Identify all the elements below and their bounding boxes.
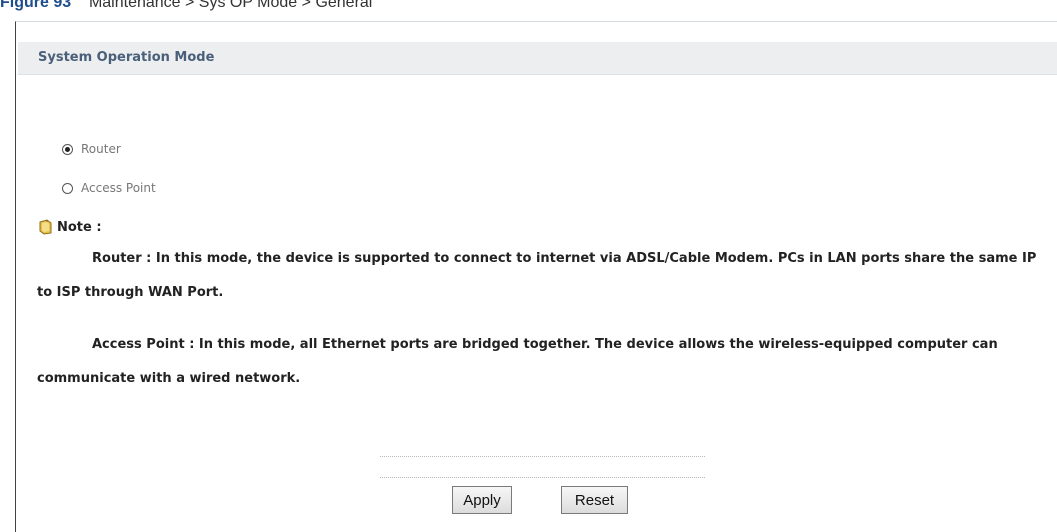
figure-caption-separator (76, 0, 85, 11)
divider-dotted (380, 456, 705, 457)
radio-selected-dot (65, 146, 70, 152)
divider-dotted (380, 477, 705, 478)
note-title: Note : (57, 219, 102, 235)
note-router-description: Router : In this mode, the device is sup… (37, 251, 1037, 300)
note-access-point-description: Access Point : In this mode, all Etherne… (37, 337, 998, 386)
radio-label-access-point: Access Point (81, 181, 156, 195)
note-icon (39, 219, 52, 235)
figure-caption: Figure 93 Maintenance > Sys OP Mode > Ge… (0, 0, 372, 12)
figure-caption-text: Maintenance > Sys OP Mode > General (88, 0, 373, 11)
reset-button[interactable]: Reset (561, 486, 628, 514)
radio-button-access-point[interactable] (62, 182, 73, 194)
note-heading: Note : (38, 219, 102, 235)
radio-label-router: Router (81, 142, 121, 156)
figure-caption-label: Figure 93 (0, 0, 72, 11)
section-header: System Operation Mode (18, 42, 1057, 75)
section-title: System Operation Mode (38, 50, 215, 65)
apply-button[interactable]: Apply (452, 486, 512, 514)
radio-router[interactable]: Router (62, 142, 121, 156)
radio-button-router[interactable] (62, 143, 73, 155)
radio-access-point[interactable]: Access Point (62, 181, 156, 195)
